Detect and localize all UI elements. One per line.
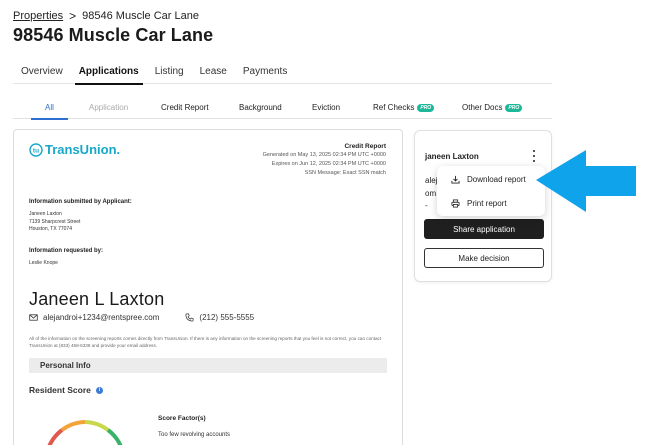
side-card-email-partial: alej (425, 176, 438, 185)
side-card-dash: - (425, 201, 428, 210)
applicant-phone: (212) 555-5555 (199, 313, 255, 322)
svg-text:tu: tu (33, 147, 39, 154)
pro-badge: PRO (417, 103, 435, 112)
subtab-background-label: Background (239, 103, 282, 112)
side-card-applicant-name: janeen Laxton (425, 152, 479, 161)
transunion-logo: tu TransUnion. (29, 142, 120, 157)
print-report-menu-item[interactable]: Print report (451, 199, 507, 208)
gauge-arc-orange (60, 420, 86, 432)
subtab-ref-checks-label: Ref Checks (373, 103, 415, 112)
transunion-logo-icon: tu (29, 142, 43, 157)
applicant-email: alejandroi+1234@rentspree.com (43, 313, 160, 322)
submitted-city: Houston, TX 77074 (29, 226, 72, 232)
credit-report-document[interactable]: tu TransUnion. Credit Report Generated o… (13, 129, 403, 445)
applicant-full-name: Janeen L Laxton (29, 289, 165, 309)
applicant-submitted-info: Information submitted by Applicant: Jane… (29, 199, 132, 234)
subtab-ref-checks[interactable]: Ref Checks PRO (373, 103, 435, 112)
subtab-credit-report-label: Credit Report (161, 103, 209, 112)
subtab-credit-report[interactable]: Credit Report (161, 103, 209, 112)
gauge-arc-yellow (84, 420, 110, 432)
tab-lease[interactable]: Lease (192, 58, 235, 84)
transunion-logo-text: TransUnion. (45, 142, 121, 157)
resident-score-label: Resident Score (29, 385, 91, 395)
gauge-arc-red (47, 428, 64, 445)
resident-score-gauge (47, 420, 123, 445)
section-personal-info: Personal Info (29, 358, 387, 373)
submitted-heading: Information submitted by Applicant: (29, 199, 132, 205)
breadcrumb-properties-link[interactable]: Properties (13, 10, 63, 22)
submitted-street: 7139 Sharpcrest Street (29, 218, 81, 225)
submitted-name: Janeen Laxton (29, 211, 62, 217)
requested-by-info: Information requested by: Leslie Knope (29, 248, 103, 268)
requested-heading: Information requested by: (29, 248, 104, 254)
report-meta-title: Credit Report (344, 143, 386, 150)
breadcrumb: Properties > 98546 Muscle Car Lane (13, 9, 199, 23)
report-generated-date: Generated on May 13, 2025 02:34 PM UTC +… (262, 152, 386, 158)
subtab-application[interactable]: Application (89, 103, 128, 112)
subtab-eviction[interactable]: Eviction (312, 103, 340, 112)
score-factor-item: Too few revolving accounts (158, 432, 231, 438)
tab-overview[interactable]: Overview (13, 58, 71, 84)
subtab-other-docs-label: Other Docs (462, 103, 503, 112)
chevron-right-icon: > (69, 9, 77, 23)
subtab-eviction-label: Eviction (312, 103, 341, 112)
subtab-all-label: All (45, 103, 54, 112)
report-disclaimer: All of the information on the screening … (29, 336, 382, 348)
subtab-other-docs[interactable]: Other Docs PRO (462, 103, 523, 112)
report-meta: Credit Report Generated on May 13, 2025 … (263, 142, 386, 178)
score-factors: Score Factor(s) Too few revolving accoun… (158, 415, 230, 438)
pro-badge: PRO (505, 103, 523, 112)
requested-name: Leslie Knope (29, 260, 58, 266)
score-factors-title: Score Factor(s) (158, 415, 206, 422)
side-card-email-partial-2: om (425, 189, 437, 198)
subtab-all[interactable]: All (31, 103, 68, 120)
tab-listing[interactable]: Listing (147, 58, 192, 84)
report-actions-menu: Download report Print report (437, 166, 545, 216)
breadcrumb-current: 98546 Muscle Car Lane (82, 10, 199, 22)
tab-applications[interactable]: Applications (71, 58, 147, 85)
resident-score-heading: Resident Score i (29, 385, 103, 395)
report-type-tabs: All Application Credit Report Background… (13, 97, 552, 120)
make-decision-button[interactable]: Make decision (424, 248, 544, 268)
download-report-menu-item[interactable]: Download report (451, 175, 526, 184)
print-report-label: Print report (467, 199, 507, 208)
print-icon (451, 199, 460, 208)
main-tabs: Overview Applications Listing Lease Paym… (13, 58, 552, 85)
tab-payments[interactable]: Payments (235, 58, 295, 84)
mail-icon (29, 314, 38, 321)
pointer-arrow-icon (536, 150, 636, 212)
download-icon (451, 175, 460, 184)
ssn-message: SSN Message: Exact SSN match (304, 170, 386, 176)
subtab-application-label: Application (89, 103, 129, 112)
share-application-button[interactable]: Share application (424, 219, 544, 239)
download-report-label: Download report (467, 175, 526, 184)
phone-icon (185, 313, 194, 322)
info-icon[interactable]: i (95, 386, 103, 394)
gauge-arc-green (106, 428, 123, 445)
applicant-contact: alejandroi+1234@rentspree.com (212) 555-… (29, 313, 254, 322)
report-expires-date: Expires on Jun 12, 2025 02:34 PM UTC +00… (271, 161, 386, 167)
subtab-background[interactable]: Background (239, 103, 282, 112)
page-title: 98546 Muscle Car Lane (13, 25, 214, 45)
